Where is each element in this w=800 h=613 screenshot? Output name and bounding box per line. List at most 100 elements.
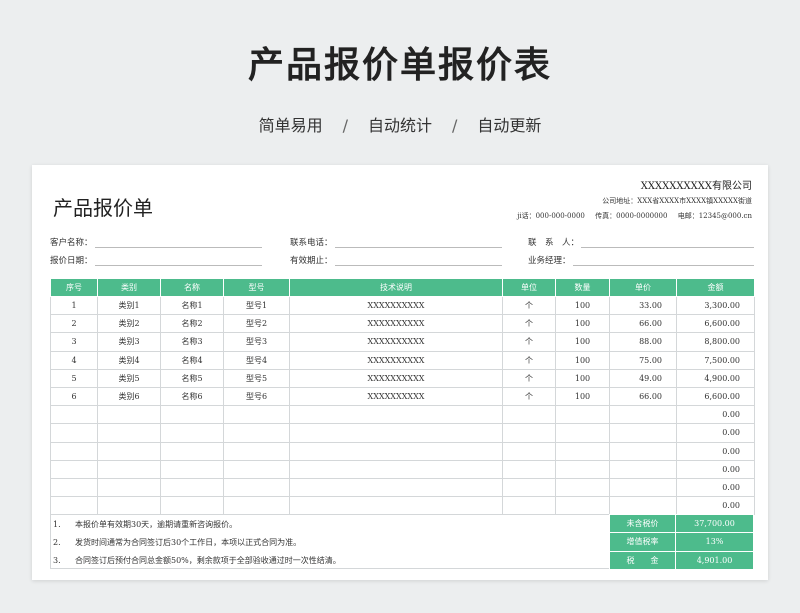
- table-cell[interactable]: [160, 496, 224, 516]
- contact-phone-field[interactable]: 联系电话：: [290, 236, 502, 248]
- table-cell[interactable]: XXXXXXXXXX: [289, 295, 503, 316]
- table-cell[interactable]: [223, 496, 290, 516]
- table-cell[interactable]: [289, 496, 503, 516]
- table-cell[interactable]: 5: [50, 368, 98, 388]
- table-cell[interactable]: 100: [555, 332, 610, 352]
- table-cell[interactable]: 个: [502, 368, 556, 388]
- manager-input[interactable]: [572, 256, 754, 266]
- table-cell[interactable]: 个: [502, 386, 556, 407]
- customer-name-input[interactable]: [94, 238, 262, 248]
- table-cell[interactable]: 4: [50, 350, 98, 370]
- table-cell[interactable]: [555, 405, 610, 425]
- manager-field[interactable]: 业务经理：: [528, 254, 754, 266]
- table-cell[interactable]: 类别5: [97, 368, 161, 388]
- table-cell[interactable]: [223, 459, 290, 479]
- table-cell[interactable]: [50, 405, 98, 425]
- table-cell[interactable]: 3: [50, 332, 98, 352]
- valid-until-input[interactable]: [334, 256, 502, 266]
- table-cell[interactable]: 4,900.00: [676, 368, 755, 388]
- table-cell[interactable]: 名称6: [160, 386, 224, 407]
- table-cell[interactable]: 型号3: [223, 332, 290, 352]
- table-cell[interactable]: 0.00: [676, 423, 755, 443]
- table-cell[interactable]: [609, 423, 677, 443]
- table-cell[interactable]: [160, 441, 224, 461]
- table-cell[interactable]: XXXXXXXXXX: [289, 314, 503, 334]
- table-cell[interactable]: [50, 459, 98, 479]
- table-cell[interactable]: 100: [555, 350, 610, 370]
- table-cell[interactable]: 75.00: [609, 350, 677, 370]
- table-cell[interactable]: 7,500.00: [676, 350, 755, 370]
- table-cell[interactable]: [223, 423, 290, 443]
- table-cell[interactable]: 0.00: [676, 441, 755, 461]
- quote-date-input[interactable]: [94, 256, 262, 266]
- table-cell[interactable]: [50, 496, 98, 516]
- table-cell[interactable]: 型号5: [223, 368, 290, 388]
- table-cell[interactable]: [609, 459, 677, 479]
- table-cell[interactable]: 个: [502, 350, 556, 370]
- table-cell[interactable]: [609, 477, 677, 498]
- table-cell[interactable]: 名称5: [160, 368, 224, 388]
- table-cell[interactable]: 6,600.00: [676, 314, 755, 334]
- table-cell[interactable]: 个: [502, 332, 556, 352]
- table-cell[interactable]: [97, 423, 161, 443]
- quote-date-field[interactable]: 报价日期：: [50, 254, 262, 266]
- table-cell[interactable]: 0.00: [676, 459, 755, 479]
- table-cell[interactable]: 49.00: [609, 368, 677, 388]
- table-cell[interactable]: XXXXXXXXXX: [289, 350, 503, 370]
- table-cell[interactable]: 型号2: [223, 314, 290, 334]
- table-cell[interactable]: [50, 477, 98, 498]
- table-cell[interactable]: 类别6: [97, 386, 161, 407]
- table-cell[interactable]: [555, 441, 610, 461]
- table-cell[interactable]: 6,600.00: [676, 386, 755, 407]
- table-cell[interactable]: [223, 477, 290, 498]
- table-cell[interactable]: 个: [502, 295, 556, 316]
- table-cell[interactable]: 6: [50, 386, 98, 407]
- table-cell[interactable]: [50, 441, 98, 461]
- table-cell[interactable]: [609, 405, 677, 425]
- table-cell[interactable]: [97, 441, 161, 461]
- table-cell[interactable]: 100: [555, 368, 610, 388]
- table-cell[interactable]: 类别4: [97, 350, 161, 370]
- table-cell[interactable]: 0.00: [676, 477, 755, 498]
- table-cell[interactable]: [289, 477, 503, 498]
- table-cell[interactable]: 100: [555, 386, 610, 407]
- table-cell[interactable]: 型号6: [223, 386, 290, 407]
- contact-person-input[interactable]: [581, 238, 754, 248]
- table-cell[interactable]: [502, 477, 556, 498]
- table-cell[interactable]: [97, 459, 161, 479]
- customer-name-field[interactable]: 客户名称：: [50, 236, 262, 248]
- table-cell[interactable]: [502, 423, 556, 443]
- table-cell[interactable]: [555, 423, 610, 443]
- table-cell[interactable]: [609, 496, 677, 516]
- table-cell[interactable]: 名称2: [160, 314, 224, 334]
- table-cell[interactable]: [160, 405, 224, 425]
- table-cell[interactable]: [502, 441, 556, 461]
- table-cell[interactable]: [97, 405, 161, 425]
- table-cell[interactable]: [502, 405, 556, 425]
- contact-person-field[interactable]: 联 系 人：: [528, 236, 754, 248]
- contact-phone-input[interactable]: [334, 238, 502, 248]
- table-cell[interactable]: XXXXXXXXXX: [289, 368, 503, 388]
- table-cell[interactable]: 名称4: [160, 350, 224, 370]
- table-cell[interactable]: [555, 459, 610, 479]
- table-cell[interactable]: [289, 459, 503, 479]
- table-cell[interactable]: [609, 441, 677, 461]
- table-cell[interactable]: [97, 477, 161, 498]
- table-cell[interactable]: 1: [50, 295, 98, 316]
- table-cell[interactable]: 2: [50, 314, 98, 334]
- table-cell[interactable]: 66.00: [609, 386, 677, 407]
- table-cell[interactable]: 88.00: [609, 332, 677, 352]
- table-cell[interactable]: [555, 496, 610, 516]
- table-cell[interactable]: 型号4: [223, 350, 290, 370]
- table-cell[interactable]: [97, 496, 161, 516]
- table-cell[interactable]: 0.00: [676, 405, 755, 425]
- table-cell[interactable]: 个: [502, 314, 556, 334]
- table-cell[interactable]: 100: [555, 295, 610, 316]
- table-cell[interactable]: 类别3: [97, 332, 161, 352]
- table-cell[interactable]: 66.00: [609, 314, 677, 334]
- table-cell[interactable]: XXXXXXXXXX: [289, 332, 503, 352]
- table-cell[interactable]: [502, 459, 556, 479]
- table-cell[interactable]: [289, 405, 503, 425]
- table-cell[interactable]: [50, 423, 98, 443]
- table-cell[interactable]: XXXXXXXXXX: [289, 386, 503, 407]
